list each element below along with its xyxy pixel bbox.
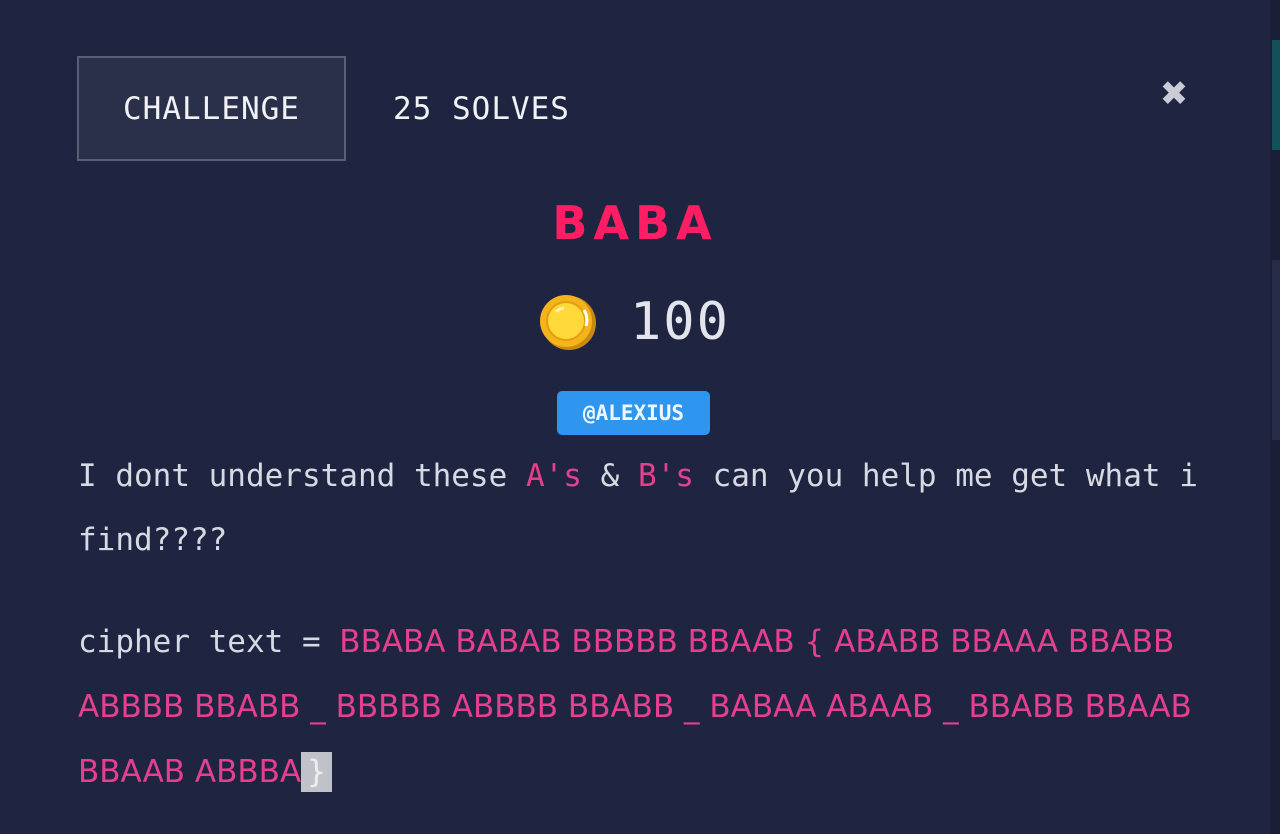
author-badge[interactable]: @ALEXIUS: [557, 391, 710, 435]
highlight-b: B's: [637, 458, 694, 494]
background-strip: [1272, 40, 1280, 150]
challenge-modal: CHALLENGE 25 SOLVES ✖ BABA 100 @ALEXIUS …: [0, 0, 1270, 834]
description-amp: &: [581, 458, 638, 494]
cipher-text: cipher text = BBABA BABAB BBBBB BBAAB { …: [78, 610, 1198, 805]
points-value: 100: [630, 292, 730, 352]
coin-icon: [540, 295, 596, 350]
tab-solves[interactable]: 25 SOLVES: [393, 56, 570, 161]
challenge-points: 100: [538, 290, 730, 354]
challenge-title: BABA: [552, 196, 718, 250]
cipher-label: cipher text =: [78, 624, 340, 660]
description-text: I dont understand these: [78, 458, 526, 494]
highlight-a: A's: [525, 458, 582, 494]
close-icon[interactable]: ✖: [1158, 74, 1190, 114]
challenge-description: I dont understand these A's & B's can yo…: [78, 444, 1198, 572]
background-strip-2: [1272, 260, 1280, 440]
tab-challenge[interactable]: CHALLENGE: [77, 56, 346, 161]
cipher-closing-brace: }: [301, 752, 332, 792]
page-right-edge: [1270, 0, 1280, 834]
